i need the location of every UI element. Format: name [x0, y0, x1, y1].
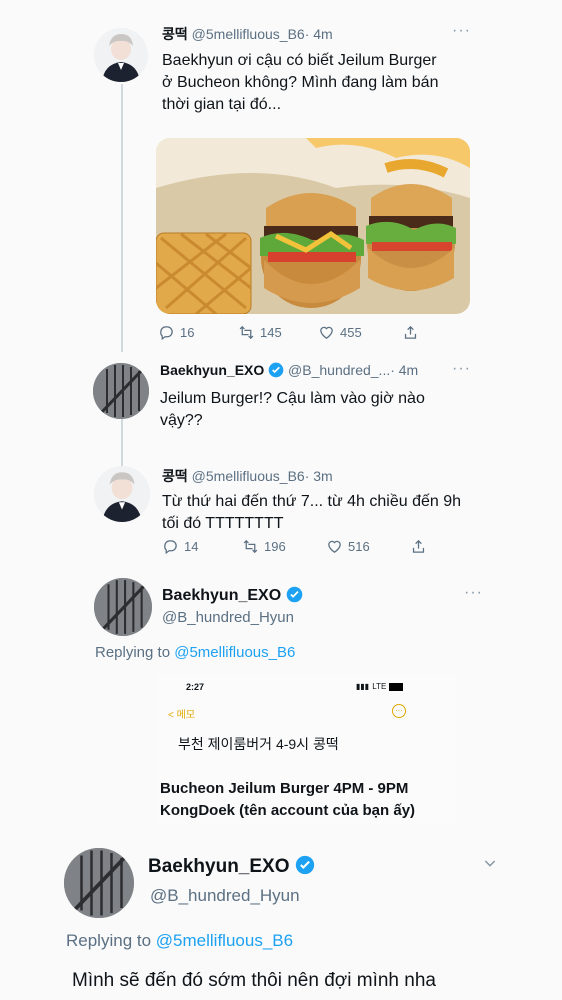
tweet-text-line: Jeilum Burger!? Cậu làm vào giờ nào	[160, 390, 425, 407]
like-count: 455	[340, 325, 362, 340]
like-count: 516	[348, 539, 370, 554]
retweet-icon	[239, 325, 254, 340]
like-button[interactable]: 455	[318, 324, 402, 341]
network-type: LTE	[372, 682, 387, 691]
verified-icon	[268, 362, 284, 378]
translation-line: Bucheon Jeilum Burger 4PM - 9PM	[160, 780, 409, 797]
replying-to-link[interactable]: @5mellifluous_B6	[174, 644, 295, 661]
memo-text: 부천 제이룸버거 4-9시 콩떡	[178, 736, 339, 752]
thread-line	[121, 418, 123, 466]
memo-more-icon[interactable]: ···	[392, 704, 406, 718]
thread-line	[121, 84, 123, 352]
tweet-text: Mình sẽ đến đó sớm thôi nên đợi mình nha	[72, 970, 436, 991]
share-icon	[404, 325, 417, 339]
tweet-text-line: vậy??	[160, 412, 203, 429]
screenshot-collage: 콩떡 @5mellifluous_B6· 4m ··· Baekhyun ơi …	[0, 0, 562, 1000]
more-icon[interactable]: ···	[464, 584, 483, 602]
display-name[interactable]: Baekhyun_EXO	[162, 587, 281, 604]
more-icon[interactable]: ···	[452, 360, 471, 378]
battery-icon	[389, 682, 404, 691]
like-icon	[320, 326, 333, 339]
tweet-media-image[interactable]	[156, 138, 470, 314]
handle[interactable]: @B_hundred_Hyun	[150, 886, 300, 906]
display-name[interactable]: Baekhyun_EXO	[148, 856, 290, 877]
replying-to-link[interactable]: @5mellifluous_B6	[156, 931, 293, 950]
status-bar: ▮▮▮ LTE	[356, 682, 404, 691]
signal-icon: ▮▮▮	[356, 682, 370, 691]
memo-back-button[interactable]: < 메모	[168, 706, 195, 721]
avatar[interactable]	[94, 466, 150, 522]
handle[interactable]: @B_hundred_Hyun	[162, 609, 294, 626]
verified-icon	[295, 855, 314, 875]
tweet-text-line: thời gian tại đó...	[162, 96, 282, 113]
replying-prefix: Replying to	[66, 931, 152, 950]
like-icon	[328, 540, 341, 553]
timestamp[interactable]: · 4m	[390, 362, 418, 378]
handle[interactable]: @B_hundred_...	[288, 362, 390, 378]
more-icon[interactable]: ···	[452, 22, 471, 40]
display-name[interactable]: 콩떡	[162, 468, 188, 484]
verified-icon	[286, 586, 302, 603]
replying-prefix: Replying to	[95, 644, 171, 661]
retweet-button[interactable]: 196	[242, 538, 326, 555]
timestamp[interactable]: · 4m	[305, 26, 333, 42]
avatar[interactable]	[93, 363, 149, 419]
retweet-count: 196	[264, 539, 286, 554]
display-name[interactable]: 콩떡	[162, 26, 188, 42]
retweet-button[interactable]: 145	[238, 324, 318, 341]
phone-time: 2:27	[186, 682, 205, 692]
reply-count: 16	[180, 325, 195, 340]
share-button[interactable]	[410, 538, 427, 555]
handle[interactable]: @5mellifluous_B6	[192, 468, 305, 484]
tweet-text-line: ở Bucheon không? Mình đang làm bán	[162, 74, 439, 91]
tweet-text-line: tối đó TTTTTTTT	[162, 515, 284, 532]
display-name[interactable]: Baekhyun_EXO	[160, 362, 264, 378]
tweet-text-line: Từ thứ hai đến thứ 7... từ 4h chiều đến …	[162, 493, 462, 510]
retweet-icon	[243, 539, 258, 554]
avatar[interactable]	[94, 28, 148, 82]
reply-button[interactable]: 16	[158, 324, 238, 341]
timestamp[interactable]: · 3m	[305, 468, 333, 484]
handle[interactable]: @5mellifluous_B6	[192, 26, 305, 42]
translation-line: KongDoek (tên account của bạn ấy)	[160, 802, 416, 819]
like-button[interactable]: 516	[326, 538, 410, 555]
share-icon	[412, 539, 425, 553]
reply-icon	[164, 540, 177, 555]
chevron-down-icon[interactable]	[482, 855, 498, 876]
retweet-count: 145	[260, 325, 282, 340]
reply-count: 14	[184, 539, 199, 554]
avatar[interactable]	[64, 848, 134, 918]
share-button[interactable]	[402, 324, 419, 341]
avatar[interactable]	[94, 578, 152, 636]
tweet-text-line: Baekhyun ơi cậu có biết Jeilum Burger	[162, 52, 437, 69]
reply-icon	[160, 326, 173, 341]
reply-button[interactable]: 14	[162, 538, 242, 555]
